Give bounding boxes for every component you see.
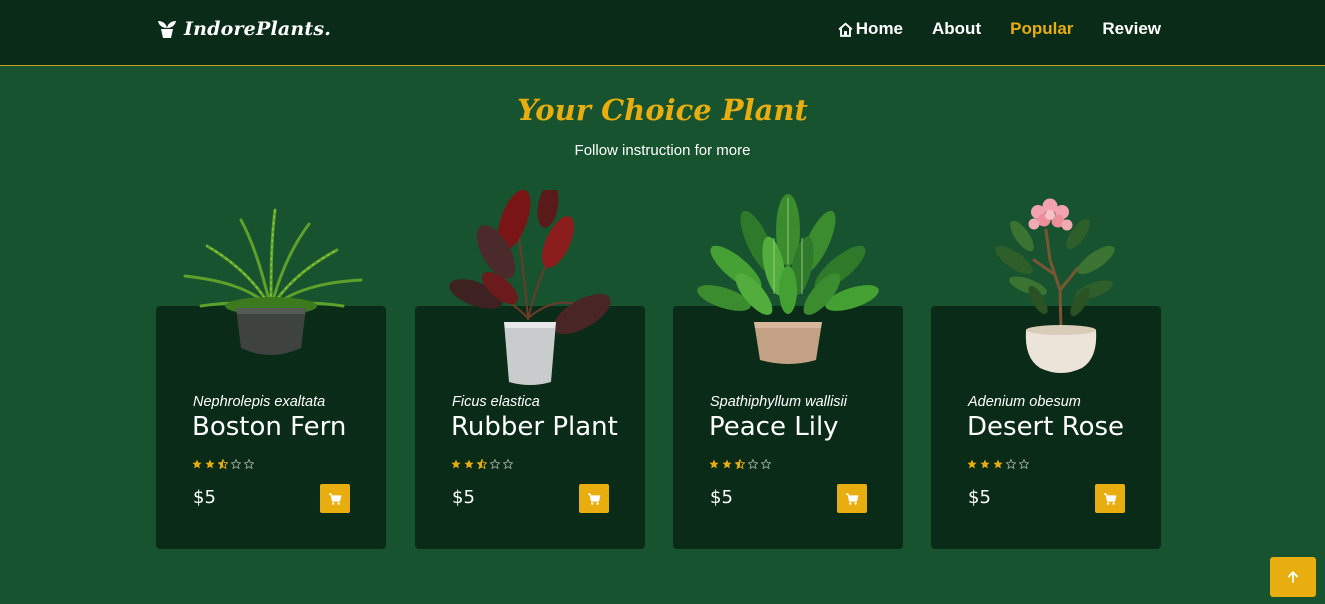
cart-icon <box>329 492 342 505</box>
add-to-cart-button[interactable] <box>837 484 867 513</box>
brand-name: IndorePlants. <box>184 18 332 40</box>
star-half-icon <box>477 459 487 469</box>
star-full-icon <box>464 459 474 469</box>
nav-home[interactable]: Home <box>837 19 903 39</box>
star-full-icon <box>993 459 1003 469</box>
cart-icon <box>1104 492 1117 505</box>
cart-icon <box>588 492 601 505</box>
star-empty-icon <box>231 459 241 469</box>
nav-review-label: Review <box>1102 19 1161 38</box>
star-full-icon <box>722 459 732 469</box>
nav-about-label: About <box>932 19 982 38</box>
star-empty-icon <box>244 459 254 469</box>
product-scientific-name: Ficus elastica <box>452 394 540 410</box>
product-price: $5 <box>452 487 475 508</box>
nav-popular-label: Popular <box>1010 19 1074 38</box>
cart-icon <box>846 492 859 505</box>
product-price: $5 <box>193 487 216 508</box>
add-to-cart-button[interactable] <box>320 484 350 513</box>
product-rating <box>967 459 1029 469</box>
star-full-icon <box>192 459 202 469</box>
product-card: Adenium obesum Desert Rose $5 <box>931 198 1161 549</box>
product-card: Ficus elastica Rubber Plant $5 <box>415 190 645 549</box>
product-name: Desert Rose <box>967 412 1125 442</box>
star-full-icon <box>205 459 215 469</box>
star-empty-icon <box>761 459 771 469</box>
header: IndorePlants. Home About Popular Review <box>0 0 1325 66</box>
product-rating <box>192 459 254 469</box>
star-empty-icon <box>490 459 500 469</box>
add-to-cart-button[interactable] <box>579 484 609 513</box>
section-title: Your Choice Plant <box>517 93 808 127</box>
leaf-pot-icon <box>158 21 176 38</box>
star-empty-icon <box>1019 459 1029 469</box>
star-empty-icon <box>748 459 758 469</box>
scroll-to-top-button[interactable] <box>1270 557 1316 597</box>
product-price: $5 <box>968 487 991 508</box>
product-rating <box>451 459 513 469</box>
star-full-icon <box>451 459 461 469</box>
star-full-icon <box>967 459 977 469</box>
product-scientific-name: Spathiphyllum wallisii <box>710 394 847 410</box>
product-name: Peace Lily <box>709 412 839 442</box>
product-scientific-name: Adenium obesum <box>968 394 1081 410</box>
product-card: Nephrolepis exaltata Boston Fern $5 <box>156 208 386 549</box>
section-subtitle: Follow instruction for more <box>574 142 751 159</box>
rubber-plant-image <box>449 190 611 385</box>
star-half-icon <box>218 459 228 469</box>
nav-about[interactable]: About <box>932 19 981 39</box>
product-rating <box>709 459 771 469</box>
nav-popular[interactable]: Popular <box>1010 19 1073 39</box>
product-card: Spathiphyllum wallisii Peace Lily $5 <box>673 194 903 549</box>
nav-home-label: Home <box>855 19 904 38</box>
nav-review[interactable]: Review <box>1102 19 1161 39</box>
brand-logo-link[interactable]: IndorePlants. <box>157 16 331 42</box>
fern-plant-image <box>183 208 363 355</box>
product-price: $5 <box>710 487 733 508</box>
main-nav: Home About Popular Review <box>837 18 1161 40</box>
add-to-cart-button[interactable] <box>1095 484 1125 513</box>
star-half-icon <box>735 459 745 469</box>
product-scientific-name: Nephrolepis exaltata <box>193 394 326 410</box>
arrow-up-icon <box>1287 571 1299 583</box>
product-name: Boston Fern <box>192 412 347 442</box>
desert-rose-image <box>995 198 1115 373</box>
peace-lily-image <box>697 194 879 364</box>
home-icon <box>838 22 853 37</box>
product-name: Rubber Plant <box>451 412 618 442</box>
star-empty-icon <box>503 459 513 469</box>
star-empty-icon <box>1006 459 1016 469</box>
star-full-icon <box>709 459 719 469</box>
star-full-icon <box>980 459 990 469</box>
